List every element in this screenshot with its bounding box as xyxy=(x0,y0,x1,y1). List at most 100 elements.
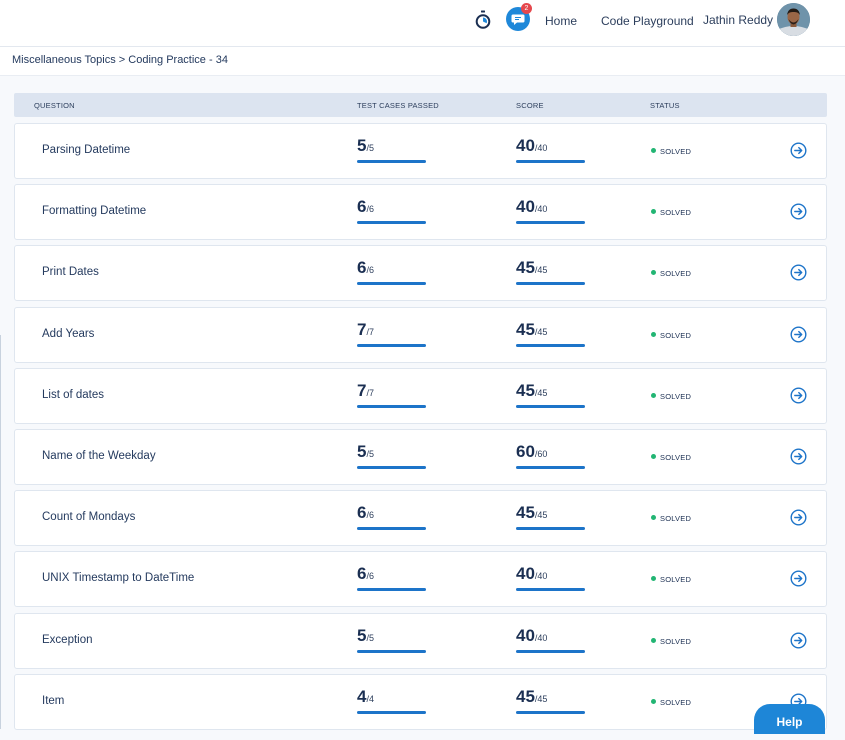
status-dot-icon xyxy=(651,270,656,275)
question-name[interactable]: Print Dates xyxy=(42,266,99,278)
arrow-right-circle-icon[interactable] xyxy=(790,142,807,159)
arrow-right-circle-icon[interactable] xyxy=(790,203,807,220)
test-cases-progress-fill xyxy=(357,405,426,408)
stopwatch-icon[interactable] xyxy=(474,10,492,30)
column-header-test-cases: TEST CASES PASSED xyxy=(357,101,439,110)
score-total: /40 xyxy=(534,143,548,153)
question-name[interactable]: UNIX Timestamp to DateTime xyxy=(42,572,194,584)
question-name[interactable]: Formatting Datetime xyxy=(42,205,146,217)
score-progress-bar xyxy=(516,711,585,714)
avatar[interactable] xyxy=(777,3,810,36)
status-label: SOLVED xyxy=(660,147,692,156)
status-badge: SOLVED xyxy=(651,392,691,401)
status-badge: SOLVED xyxy=(651,147,691,156)
score-progress-bar xyxy=(516,405,585,408)
score-value: 40/40 xyxy=(516,197,547,217)
table-row[interactable]: Count of Mondays 6/6 45/45 SOLVED xyxy=(14,490,827,546)
score-total: /45 xyxy=(534,694,548,704)
user-name[interactable]: Jathin Reddy xyxy=(703,13,773,27)
score-progress-fill xyxy=(516,466,585,469)
status-label: SOLVED xyxy=(660,392,692,401)
column-header-question: QUESTION xyxy=(34,101,75,110)
table-row[interactable]: Add Years 7/7 45/45 SOLVED xyxy=(14,307,827,363)
score-total: /40 xyxy=(534,204,548,214)
test-cases-progress-bar xyxy=(357,344,426,347)
score-earned: 40 xyxy=(516,136,535,155)
test-cases-value: 5/5 xyxy=(357,136,374,156)
status-dot-icon xyxy=(651,699,656,704)
question-name[interactable]: Exception xyxy=(42,634,93,646)
score-earned: 45 xyxy=(516,320,535,339)
question-name[interactable]: List of dates xyxy=(42,389,104,401)
status-dot-icon xyxy=(651,332,656,337)
nav-home-link[interactable]: Home xyxy=(545,14,577,28)
test-cases-total: /4 xyxy=(366,694,374,704)
status-label: SOLVED xyxy=(660,269,692,278)
test-cases-progress-fill xyxy=(357,160,426,163)
question-name[interactable]: Count of Mondays xyxy=(42,511,135,523)
table-row[interactable]: Parsing Datetime 5/5 40/40 SOLVED xyxy=(14,123,827,179)
status-badge: SOLVED xyxy=(651,637,691,646)
table-row[interactable]: UNIX Timestamp to DateTime 6/6 40/40 SOLVED xyxy=(14,551,827,607)
table-header: QUESTION TEST CASES PASSED SCORE STATUS xyxy=(14,93,827,117)
test-cases-total: /5 xyxy=(366,449,374,459)
score-progress-bar xyxy=(516,344,585,347)
arrow-right-circle-icon[interactable] xyxy=(790,632,807,649)
score-earned: 40 xyxy=(516,197,535,216)
score-progress-fill xyxy=(516,282,585,285)
score-progress-fill xyxy=(516,711,585,714)
test-cases-total: /6 xyxy=(366,204,374,214)
test-cases-total: /7 xyxy=(366,327,374,337)
score-progress-bar xyxy=(516,527,585,530)
column-header-status: STATUS xyxy=(650,101,680,110)
table-row[interactable]: Name of the Weekday 5/5 60/60 SOLVED xyxy=(14,429,827,485)
status-dot-icon xyxy=(651,576,656,581)
table-row[interactable]: Print Dates 6/6 45/45 SOLVED xyxy=(14,245,827,301)
table-row[interactable]: Item 4/4 45/45 SOLVED xyxy=(14,674,827,730)
top-navbar: 2 Home Code Playground Jathin Reddy xyxy=(0,0,845,47)
test-cases-progress-fill xyxy=(357,650,426,653)
test-cases-total: /5 xyxy=(366,143,374,153)
table-row[interactable]: List of dates 7/7 45/45 SOLVED xyxy=(14,368,827,424)
question-name[interactable]: Item xyxy=(42,695,64,707)
score-value: 40/40 xyxy=(516,626,547,646)
arrow-right-circle-icon[interactable] xyxy=(790,448,807,465)
status-badge: SOLVED xyxy=(651,514,691,523)
status-dot-icon xyxy=(651,393,656,398)
score-progress-fill xyxy=(516,344,585,347)
status-dot-icon xyxy=(651,454,656,459)
status-label: SOLVED xyxy=(660,331,692,340)
question-name[interactable]: Name of the Weekday xyxy=(42,450,156,462)
breadcrumb[interactable]: Miscellaneous Topics > Coding Practice -… xyxy=(12,54,228,66)
question-name[interactable]: Parsing Datetime xyxy=(42,144,130,156)
table-row[interactable]: Formatting Datetime 6/6 40/40 SOLVED xyxy=(14,184,827,240)
status-label: SOLVED xyxy=(660,698,692,707)
table-row[interactable]: Exception 5/5 40/40 SOLVED xyxy=(14,613,827,669)
breadcrumb-bar: Miscellaneous Topics > Coding Practice -… xyxy=(0,47,845,76)
score-progress-fill xyxy=(516,160,585,163)
score-progress-bar xyxy=(516,466,585,469)
test-cases-total: /7 xyxy=(366,388,374,398)
test-cases-value: 5/5 xyxy=(357,442,374,462)
arrow-right-circle-icon[interactable] xyxy=(790,570,807,587)
score-earned: 45 xyxy=(516,381,535,400)
test-cases-progress-bar xyxy=(357,221,426,224)
arrow-right-circle-icon[interactable] xyxy=(790,264,807,281)
score-progress-bar xyxy=(516,221,585,224)
nav-code-playground-link[interactable]: Code Playground xyxy=(601,14,694,28)
arrow-right-circle-icon[interactable] xyxy=(790,509,807,526)
test-cases-value: 5/5 xyxy=(357,626,374,646)
help-button[interactable]: Help xyxy=(754,704,825,734)
score-progress-bar xyxy=(516,588,585,591)
score-progress-bar xyxy=(516,160,585,163)
test-cases-progress-bar xyxy=(357,160,426,163)
test-cases-progress-bar xyxy=(357,405,426,408)
column-header-score: SCORE xyxy=(516,101,544,110)
question-name[interactable]: Add Years xyxy=(42,328,94,340)
status-badge: SOLVED xyxy=(651,453,691,462)
score-progress-fill xyxy=(516,405,585,408)
arrow-right-circle-icon[interactable] xyxy=(790,387,807,404)
test-cases-progress-bar xyxy=(357,466,426,469)
arrow-right-circle-icon[interactable] xyxy=(790,326,807,343)
status-label: SOLVED xyxy=(660,514,692,523)
